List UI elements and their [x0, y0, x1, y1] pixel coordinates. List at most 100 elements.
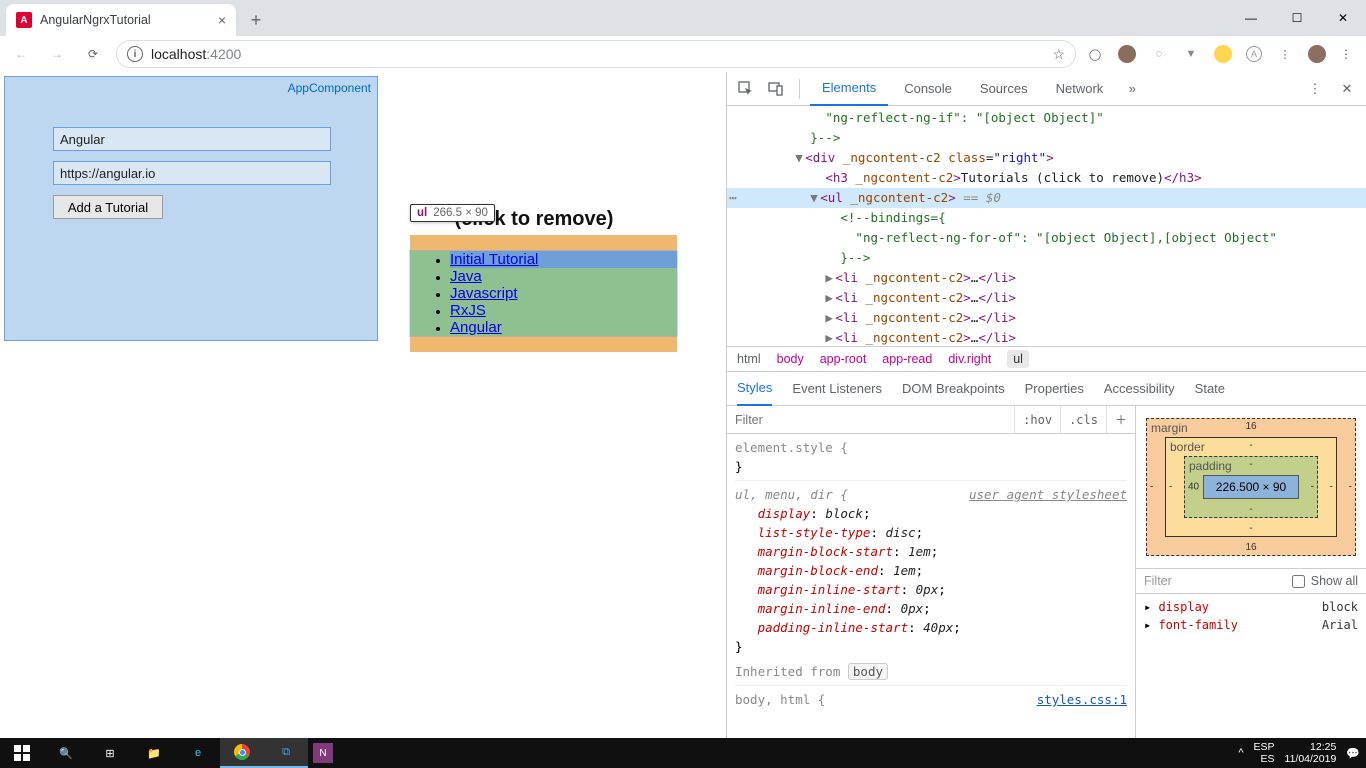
selected-dom-node[interactable]: ⋯ ▼<ul _ngcontent-c2> == $0	[727, 188, 1366, 208]
tab-network[interactable]: Network	[1044, 72, 1116, 106]
notifications-icon[interactable]: 💬	[1346, 747, 1360, 760]
list-item[interactable]: RxJS	[450, 302, 677, 319]
close-window-button[interactable]: ✕	[1320, 0, 1366, 36]
vscode-icon[interactable]: ⧉	[264, 738, 308, 768]
extension-icon[interactable]	[1118, 45, 1136, 63]
crumb[interactable]: body	[777, 352, 804, 366]
show-all-checkbox[interactable]	[1292, 575, 1305, 588]
cls-toggle[interactable]: .cls	[1060, 406, 1106, 433]
subtab-event-listeners[interactable]: Event Listeners	[792, 381, 882, 396]
forward-button[interactable]: →	[44, 41, 70, 67]
list-item[interactable]: Initial Tutorial	[450, 251, 677, 268]
computed-panel: margin 1616-- border ---- padding --40- …	[1136, 406, 1366, 738]
device-toolbar-icon[interactable]	[763, 76, 789, 102]
maximize-button[interactable]: ☐	[1274, 0, 1320, 36]
styles-rules[interactable]: element.style { } user agent stylesheetu…	[727, 434, 1135, 738]
dom-tree[interactable]: "ng-reflect-ng-if": "[object Object]" }-…	[727, 106, 1366, 346]
start-button[interactable]	[0, 738, 44, 768]
toolbar: ← → ⟳ i localhost:4200 ☆ ◯ ◌ ▼ A ⋮ ⋮	[0, 36, 1366, 72]
clock[interactable]: 12:2511/04/2019	[1285, 741, 1337, 765]
list-item[interactable]: Angular	[450, 319, 677, 336]
new-style-rule-icon[interactable]: ＋	[1106, 406, 1135, 433]
computed-filter-label: Filter	[1144, 574, 1286, 588]
styles-panel: :hov .cls ＋ element.style { } user agent…	[727, 406, 1136, 738]
devtools-tabbar: Elements Console Sources Network » ⋮ ✕	[727, 72, 1366, 106]
element-hover-tooltip: ul 266.5 × 90	[410, 204, 495, 222]
crumb-active[interactable]: ul	[1007, 350, 1029, 368]
devtools: Elements Console Sources Network » ⋮ ✕ "…	[726, 72, 1366, 738]
url-input[interactable]	[53, 161, 331, 185]
tab-console[interactable]: Console	[892, 72, 964, 106]
star-icon[interactable]: ☆	[1052, 46, 1065, 63]
chrome-icon[interactable]	[220, 738, 264, 768]
extension-icon[interactable]	[1214, 45, 1232, 63]
tray-chevron-icon[interactable]: ^	[1238, 747, 1243, 759]
minimize-button[interactable]: —	[1228, 0, 1274, 36]
close-tab-icon[interactable]: ×	[218, 12, 226, 28]
crumb[interactable]: html	[737, 352, 761, 366]
window-controls: — ☐ ✕	[1228, 0, 1366, 36]
hover-dimensions: 266.5 × 90	[433, 207, 488, 219]
browser-chrome: A AngularNgrxTutorial × + — ☐ ✕ ← → ⟳ i …	[0, 0, 1366, 73]
styles-filter-input[interactable]	[727, 413, 1014, 427]
new-tab-button[interactable]: +	[242, 6, 270, 34]
chrome-menu-icon[interactable]: ⋮	[1340, 47, 1352, 61]
subtab-styles[interactable]: Styles	[737, 372, 772, 406]
add-tutorial-button[interactable]: Add a Tutorial	[53, 195, 163, 219]
subtab-state[interactable]: State	[1195, 381, 1225, 396]
tutorials-panel: (click to remove) Initial TutorialJavaJa…	[410, 208, 677, 352]
browser-tab[interactable]: A AngularNgrxTutorial ×	[6, 4, 236, 36]
tab-sources[interactable]: Sources	[968, 72, 1040, 106]
search-icon[interactable]: 🔍	[44, 738, 88, 768]
page-viewport: AppComponent Add a Tutorial (click to re…	[0, 72, 726, 738]
address-bar[interactable]: i localhost:4200 ☆	[116, 40, 1076, 68]
component-label: AppComponent	[288, 81, 371, 95]
list-item[interactable]: Javascript	[450, 285, 677, 302]
name-input[interactable]	[53, 127, 331, 151]
file-explorer-icon[interactable]: 📁	[132, 738, 176, 768]
crumb[interactable]: app-root	[820, 352, 867, 366]
box-model: margin 1616-- border ---- padding --40- …	[1136, 406, 1366, 568]
url-text: localhost:4200	[151, 46, 241, 62]
tutorial-form: Add a Tutorial	[53, 127, 331, 219]
hov-toggle[interactable]: :hov	[1014, 406, 1060, 433]
reload-button[interactable]: ⟳	[80, 41, 106, 67]
inspect-element-icon[interactable]	[733, 76, 759, 102]
tutorials-list: Initial TutorialJavaJavascriptRxJSAngula…	[410, 251, 677, 336]
subtab-accessibility[interactable]: Accessibility	[1104, 381, 1175, 396]
tab-title: AngularNgrxTutorial	[40, 13, 151, 27]
crumb[interactable]: div.right	[948, 352, 991, 366]
breadcrumb[interactable]: html body app-root app-read div.right ul	[727, 346, 1366, 372]
box-model-content: 226.500 × 90	[1203, 475, 1299, 499]
list-item[interactable]: Java	[450, 268, 677, 285]
angular-icon: A	[16, 12, 32, 28]
profile-avatar[interactable]	[1308, 45, 1326, 63]
extensions-area: ◯ ◌ ▼ A ⋮ ⋮	[1086, 45, 1358, 63]
subtab-dom-breakpoints[interactable]: DOM Breakpoints	[902, 381, 1005, 396]
extension-icon[interactable]: A	[1246, 46, 1262, 62]
extension-icon[interactable]: ▼	[1182, 45, 1200, 63]
devtools-menu-icon[interactable]: ⋮	[1302, 76, 1328, 102]
crumb[interactable]: app-read	[882, 352, 932, 366]
onenote-icon[interactable]: N	[313, 743, 333, 763]
devtools-close-icon[interactable]: ✕	[1334, 76, 1360, 102]
task-view-icon[interactable]: ⊞	[88, 738, 132, 768]
back-button[interactable]: ←	[8, 41, 34, 67]
language-indicator[interactable]: ESPES	[1254, 741, 1275, 765]
site-info-icon[interactable]: i	[127, 46, 143, 62]
subtab-properties[interactable]: Properties	[1025, 381, 1084, 396]
tab-elements[interactable]: Elements	[810, 72, 888, 106]
styles-tabbar: Styles Event Listeners DOM Breakpoints P…	[727, 372, 1366, 406]
tutorials-margin-box: Initial TutorialJavaJavascriptRxJSAngula…	[410, 235, 677, 352]
dom-actions-icon[interactable]: ⋯	[729, 188, 738, 208]
computed-list[interactable]: ▸ displayblock▸ font-familyArial	[1136, 594, 1366, 738]
edge-icon[interactable]: e	[176, 738, 220, 768]
app-component: AppComponent Add a Tutorial	[4, 76, 378, 341]
extension-icon[interactable]: ◯	[1086, 45, 1104, 63]
show-all-label: Show all	[1311, 574, 1358, 588]
windows-taskbar: 🔍 ⊞ 📁 e ⧉ N ^ ESPES 12:2511/04/2019 💬	[0, 738, 1366, 768]
extension-icon[interactable]: ◌	[1150, 45, 1168, 63]
more-tabs-icon[interactable]: »	[1119, 76, 1145, 102]
hover-tag: ul	[417, 207, 427, 219]
extension-icon[interactable]: ⋮	[1276, 45, 1294, 63]
